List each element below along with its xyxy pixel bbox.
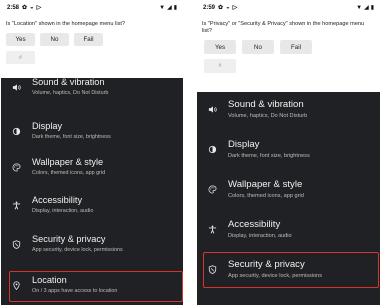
accessibility-icon	[12, 201, 21, 210]
left-phone-screen: 2:58 ✿ ◒ ▷ ▼ ◢ ▮ Is "Location" shown in …	[1, 0, 183, 305]
item-title: Display	[228, 139, 260, 150]
settings-item-location[interactable]: Location On / 3 apps have access to loca…	[1, 272, 183, 302]
yes-button[interactable]: Yes	[204, 40, 236, 54]
item-subtitle: Display, interaction, audio	[228, 233, 292, 239]
item-title: Accessibility	[32, 195, 83, 205]
speaker-icon	[208, 105, 217, 114]
settings-item-display[interactable]: Display Dark theme, font size, brightnes…	[1, 118, 183, 148]
settings-item-accessibility[interactable]: Accessibility Display, interaction, audi…	[197, 216, 380, 246]
right-phone-screen: 2:59 ✿ ◒ ▷ ▼ ◢ ▮ Is "Privacy" or "Securi…	[197, 0, 380, 305]
play-icon: ▷	[232, 5, 238, 11]
speaker-icon	[12, 83, 21, 92]
clock: 2:59	[203, 5, 216, 11]
battery-icon: ▮	[173, 5, 177, 11]
item-title: Security & privacy	[228, 259, 305, 270]
sync-icon: ◒	[30, 5, 34, 11]
no-button[interactable]: No	[242, 40, 274, 54]
question-text: Is "Location" shown in the homepage menu…	[6, 21, 126, 27]
item-title: Wallpaper & style	[32, 157, 104, 167]
item-subtitle: App security, device lock, permissions	[32, 247, 123, 253]
fail-button[interactable]: Fail	[280, 40, 312, 54]
signal-icon: ◢	[167, 5, 172, 11]
battery-icon: ▮	[370, 5, 374, 11]
status-bar: 2:58 ✿ ◒ ▷ ▼ ◢ ▮	[1, 0, 183, 16]
accessibility-icon	[208, 225, 217, 234]
fail-button[interactable]: Fail	[74, 33, 103, 46]
note-field[interactable]: #	[204, 59, 236, 73]
wifi-icon: ▼	[159, 5, 166, 11]
settings-item-sound[interactable]: Sound & vibration Volume, haptics, Do No…	[1, 74, 183, 104]
item-subtitle: Display, interaction, audio	[32, 208, 94, 214]
note-field[interactable]: #	[6, 51, 35, 64]
brightness-icon	[208, 145, 217, 154]
item-title: Accessibility	[228, 219, 281, 230]
settings-item-wallpaper[interactable]: Wallpaper & style Colors, themed icons, …	[197, 176, 380, 206]
settings-item-accessibility[interactable]: Accessibility Display, interaction, audi…	[1, 192, 183, 222]
item-subtitle: Colors, themed icons, app grid	[32, 170, 106, 176]
settings-item-security-privacy[interactable]: Security & privacy App security, device …	[1, 231, 183, 261]
item-title: Security & privacy	[32, 234, 106, 244]
palette-icon	[12, 163, 21, 172]
status-bar: 2:59 ✿ ◒ ▷ ▼ ◢ ▮	[197, 0, 380, 16]
settings-item-wallpaper[interactable]: Wallpaper & style Colors, themed icons, …	[1, 154, 183, 184]
item-title: Sound & vibration	[32, 77, 105, 87]
gear-icon: ✿	[22, 5, 28, 11]
item-subtitle: App security, device lock, permissions	[228, 273, 323, 279]
settings-item-sound[interactable]: Sound & vibration Volume, haptics, Do No…	[197, 96, 380, 126]
question-text: Is "Privacy" or "Security & Privacy" sho…	[202, 21, 365, 34]
no-button[interactable]: No	[40, 33, 69, 46]
item-subtitle: Dark theme, font size, brightness	[228, 153, 310, 159]
item-title: Sound & vibration	[228, 99, 304, 110]
item-subtitle: Dark theme, font size, brightness	[32, 134, 111, 140]
play-icon: ▷	[36, 5, 42, 11]
question-panel: Is "Location" shown in the homepage menu…	[1, 16, 183, 78]
settings-item-security-privacy[interactable]: Security & privacy App security, device …	[197, 256, 380, 286]
item-title: Wallpaper & style	[228, 179, 303, 190]
question-panel: Is "Privacy" or "Security & Privacy" sho…	[197, 16, 380, 92]
item-title: Display	[32, 121, 63, 131]
brightness-icon	[12, 127, 21, 136]
signal-icon: ◢	[364, 5, 369, 11]
item-subtitle: Volume, haptics, Do Not Disturb	[228, 113, 308, 119]
item-subtitle: Volume, haptics, Do Not Disturb	[32, 90, 109, 96]
shield-icon	[12, 240, 21, 249]
yes-button[interactable]: Yes	[6, 33, 35, 46]
location-pin-icon	[12, 281, 21, 290]
palette-icon	[208, 185, 217, 194]
item-title: Location	[32, 275, 67, 285]
item-subtitle: Colors, themed icons, app grid	[228, 193, 304, 199]
shield-icon	[208, 265, 217, 274]
settings-item-display[interactable]: Display Dark theme, font size, brightnes…	[197, 136, 380, 166]
wifi-icon: ▼	[356, 5, 363, 11]
sync-icon: ◒	[226, 5, 230, 11]
gear-icon: ✿	[218, 5, 224, 11]
item-subtitle: On / 3 apps have access to location	[32, 288, 118, 294]
clock: 2:58	[7, 5, 20, 11]
